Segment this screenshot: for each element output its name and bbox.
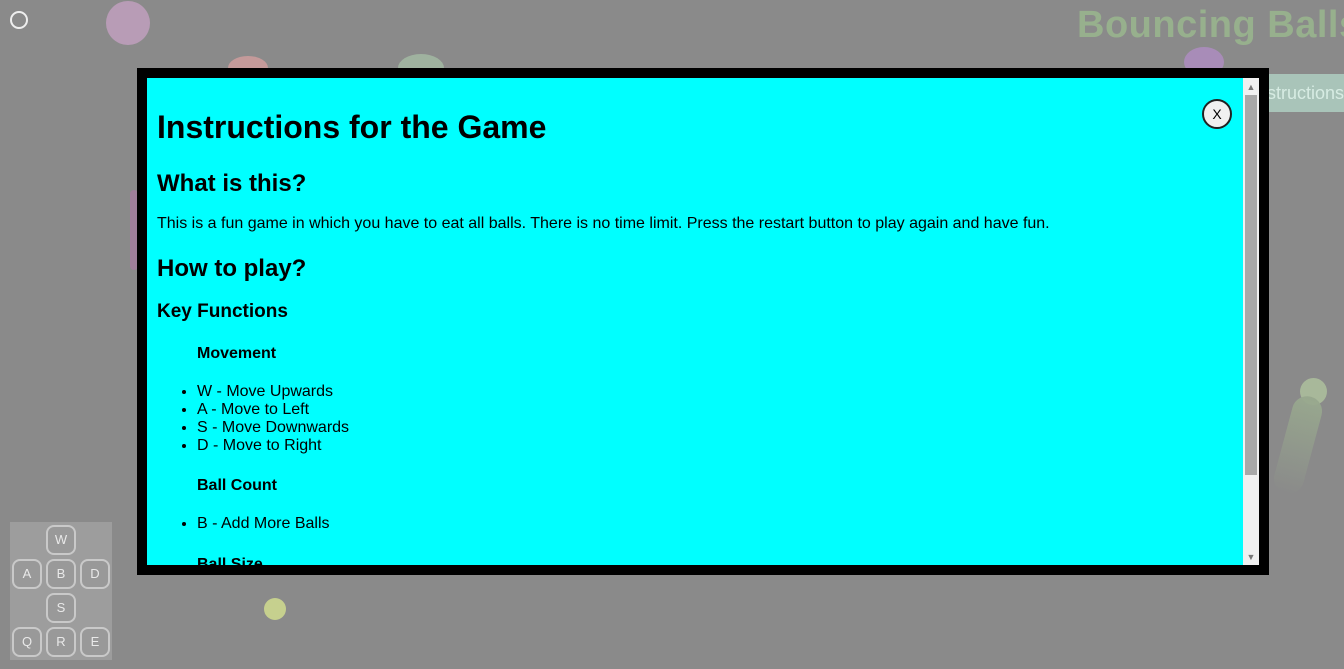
key-a-button[interactable]: A: [12, 559, 42, 589]
movement-heading: Movement: [197, 345, 277, 362]
what-text: This is a fun game in which you have to …: [157, 215, 1050, 232]
key-w-button[interactable]: W: [46, 525, 76, 555]
scroll-up-icon[interactable]: ▲: [1243, 78, 1259, 94]
list-item: S - Move Downwards: [197, 419, 349, 437]
what-heading: What is this?: [157, 170, 307, 197]
scroll-thumb[interactable]: [1245, 95, 1257, 475]
ball-size-heading: Ball Size: [197, 556, 263, 565]
key-functions-heading: Key Functions: [157, 301, 288, 322]
ball: [264, 598, 286, 620]
ball: [106, 1, 150, 45]
ball-count-list: B - Add More Balls: [157, 515, 330, 533]
list-item: A - Move to Left: [197, 401, 349, 419]
key-e-button[interactable]: E: [80, 627, 110, 657]
instructions-button[interactable]: Instructions: [1262, 74, 1344, 112]
keypad: W A B D S Q R E: [10, 522, 112, 660]
list-item: B - Add More Balls: [197, 515, 330, 533]
instructions-modal: Instructions for the Game What is this? …: [137, 68, 1269, 575]
key-s-button[interactable]: S: [46, 593, 76, 623]
key-r-button[interactable]: R: [46, 627, 76, 657]
modal-scrollbar[interactable]: ▲ ▼: [1243, 78, 1259, 565]
player-circle: [10, 11, 28, 29]
how-heading: How to play?: [157, 255, 307, 282]
list-item: D - Move to Right: [197, 437, 349, 455]
game-title: Bouncing Balls: [1077, 4, 1344, 46]
list-item: W - Move Upwards: [197, 383, 349, 401]
modal-title: Instructions for the Game: [157, 109, 547, 145]
movement-list: W - Move Upwards A - Move to Left S - Mo…: [157, 383, 349, 455]
close-button[interactable]: X: [1202, 99, 1232, 129]
key-d-button[interactable]: D: [80, 559, 110, 589]
key-b-button[interactable]: B: [46, 559, 76, 589]
ball-count-heading: Ball Count: [197, 477, 277, 494]
scroll-down-icon[interactable]: ▼: [1243, 549, 1259, 565]
modal-content-area[interactable]: Instructions for the Game What is this? …: [147, 78, 1243, 565]
key-q-button[interactable]: Q: [12, 627, 42, 657]
ball-trail: [1270, 392, 1326, 498]
